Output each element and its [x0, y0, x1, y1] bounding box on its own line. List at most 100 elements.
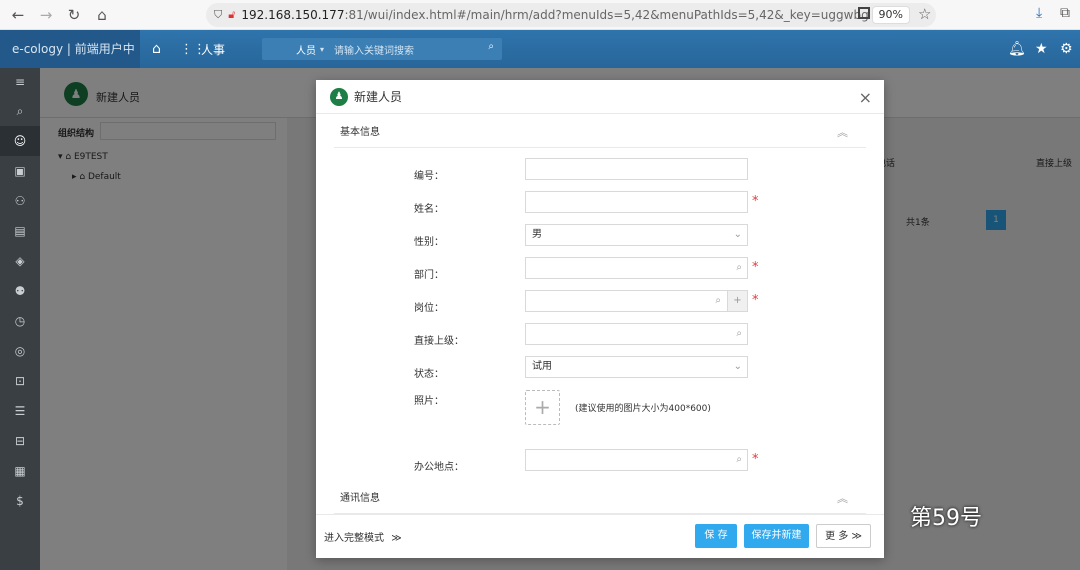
book-rail-icon[interactable]: ▤ [0, 216, 40, 246]
search-icon[interactable]: ⌕ [715, 291, 721, 311]
section-contact-info[interactable]: 通讯信息 ︽ [334, 480, 866, 514]
row-name: 姓名： * [316, 191, 884, 223]
search-scope[interactable]: 人员 [296, 42, 316, 57]
settings-gear-icon[interactable]: ⚙ [1060, 30, 1073, 68]
section-basic-info[interactable]: 基本信息 ︽ [334, 114, 866, 148]
collapse-up-icon[interactable]: ︽ [837, 490, 848, 506]
dialog-footer: 进入完整模式 ≫ 保 存 保存并新建 更 多 ≫ [316, 514, 884, 558]
clock-rail-icon[interactable]: ◷ [0, 306, 40, 336]
calendar-rail-icon[interactable]: ▦ [0, 456, 40, 486]
coin-rail-icon[interactable]: $ [0, 486, 40, 516]
crop-icon[interactable]: ⧉ [1060, 5, 1070, 21]
person-rail-icon[interactable]: ☺ [0, 126, 40, 156]
download-icon[interactable]: ⤓ [1036, 5, 1042, 21]
reload-icon[interactable]: ↻ [60, 3, 88, 27]
row-status: 状态： 试用 ⌄ [316, 356, 884, 388]
row-gender: 性别： 男 ⌄ [316, 224, 884, 256]
home-nav-icon[interactable]: ⌂ [152, 30, 161, 68]
row-position: 岗位： ⌕ + * [316, 290, 884, 322]
required-asterisk: * [752, 293, 759, 308]
shield-icon: ⛉ [214, 8, 223, 21]
row-office: 办公地点： ⌕ * [316, 449, 884, 481]
name-input[interactable] [525, 191, 748, 213]
insecure-lock-icon: 🔓︎ [228, 8, 236, 21]
required-asterisk: * [752, 452, 759, 467]
dialog-header: ♟ 新建人员 × [316, 80, 884, 114]
search-icon[interactable]: ⌕ [736, 324, 742, 344]
global-search[interactable]: 人员 ▾ 请输入关键词搜索 ⌕ [262, 38, 502, 60]
card-rail-icon[interactable]: ▣ [0, 156, 40, 186]
position-browser[interactable]: ⌕ + [525, 290, 748, 312]
new-employee-dialog: ♟ 新建人员 × 基本信息 ︽ 编号： 姓名： * 性别： 男 ⌄ 部门： ⌕ … [316, 80, 884, 558]
save-button[interactable]: 保 存 [695, 524, 737, 548]
module-title[interactable]: 人事 [201, 30, 225, 68]
label-office: 办公地点： [414, 462, 464, 473]
lock-rail-icon[interactable]: ⊡ [0, 366, 40, 396]
collapse-up-icon[interactable]: ︽ [837, 124, 848, 140]
app-header: e-cology | 前端用户中心 ⌂ ⋮⋮ 人事 ▦ 人员 ▾ 请输入关键词搜… [0, 30, 1080, 94]
required-asterisk: * [752, 194, 759, 209]
close-icon[interactable]: × [859, 88, 872, 107]
zoom-level[interactable]: 90% [871, 6, 910, 24]
search-icon[interactable]: ⌕ [736, 450, 742, 470]
app-brand[interactable]: e-cology | 前端用户中心 [0, 30, 140, 94]
gender-select[interactable]: 男 ⌄ [525, 224, 748, 246]
row-code: 编号： [316, 158, 884, 190]
add-icon[interactable]: + [727, 291, 747, 311]
double-chevron-right-icon: ≫ [391, 533, 402, 544]
row-photo: 照片： + (建议使用的图片大小为400*600) [316, 390, 884, 440]
left-icon-rail: ≡ ⌕ ☺ ▣ ⚇ ▤ ◈ ⚉ ◷ ◎ ⊡ ☰ ⊟ ▦ $ [0, 68, 40, 570]
search-icon[interactable]: ⌕ [488, 41, 494, 52]
bookmark-star-icon[interactable]: ☆ [918, 5, 931, 23]
status-value: 试用 [532, 361, 552, 372]
dialog-title: 新建人员 [354, 90, 403, 104]
label-dept: 部门： [414, 270, 444, 281]
browser-toolbar: ← → ↻ ⌂ ⛉ 🔓︎ 192.168.150.177:81/wui/inde… [0, 0, 1080, 30]
forward-icon[interactable]: → [32, 3, 60, 27]
tag-rail-icon[interactable]: ◈ [0, 246, 40, 276]
more-button[interactable]: 更 多 ≫ [816, 524, 871, 548]
row-dept: 部门： ⌕ * [316, 257, 884, 289]
label-position: 岗位： [414, 303, 444, 314]
chevron-down-icon: ⌄ [733, 229, 742, 240]
photo-upload-button[interactable]: + [525, 390, 560, 425]
home-icon[interactable]: ⌂ [88, 3, 116, 27]
label-code: 编号： [414, 171, 444, 182]
back-icon[interactable]: ← [4, 3, 32, 27]
full-mode-link[interactable]: 进入完整模式 ≫ [324, 529, 402, 544]
label-gender: 性别： [414, 237, 444, 248]
search-rail-icon[interactable]: ⌕ [0, 96, 40, 126]
label-superior: 直接上级： [414, 336, 464, 347]
dept-browser[interactable]: ⌕ [525, 257, 748, 279]
search-caret-icon: ▾ [320, 44, 325, 54]
org-rail-icon[interactable]: ⚇ [0, 186, 40, 216]
chevron-down-icon: ⌄ [733, 361, 742, 372]
url-host: 192.168.150.177 [241, 8, 345, 22]
notification-bell-icon[interactable]: 🔔︎ [1008, 30, 1026, 68]
label-photo: 照片： [414, 396, 444, 407]
briefcase-rail-icon[interactable]: ⊟ [0, 426, 40, 456]
group-rail-icon[interactable]: ⚉ [0, 276, 40, 306]
label-name: 姓名： [414, 204, 444, 215]
dialog-avatar-icon: ♟ [330, 87, 348, 106]
watermark: 第59号 [910, 506, 982, 531]
search-input[interactable]: 请输入关键词搜索 [334, 42, 414, 57]
address-bar[interactable]: ⛉ 🔓︎ 192.168.150.177:81/wui/index.html#/… [206, 3, 936, 27]
section-basic-title: 基本信息 [340, 127, 380, 138]
menu-icon[interactable]: ≡ [0, 68, 40, 96]
superior-browser[interactable]: ⌕ [525, 323, 748, 345]
code-input[interactable] [525, 158, 748, 180]
url-path: :81/wui/index.html#/main/hrm/add?menuIds… [344, 8, 869, 22]
required-asterisk: * [752, 260, 759, 275]
office-browser[interactable]: ⌕ [525, 449, 748, 471]
label-status: 状态： [414, 369, 444, 380]
save-and-new-button[interactable]: 保存并新建 [744, 524, 809, 548]
location-rail-icon[interactable]: ◎ [0, 336, 40, 366]
status-select[interactable]: 试用 ⌄ [525, 356, 748, 378]
row-superior: 直接上级： ⌕ [316, 323, 884, 355]
favorite-star-icon[interactable]: ★ [1035, 30, 1048, 68]
qr-icon[interactable] [858, 7, 870, 19]
search-icon[interactable]: ⌕ [736, 258, 742, 278]
gender-value: 男 [532, 229, 542, 240]
doc-rail-icon[interactable]: ☰ [0, 396, 40, 426]
